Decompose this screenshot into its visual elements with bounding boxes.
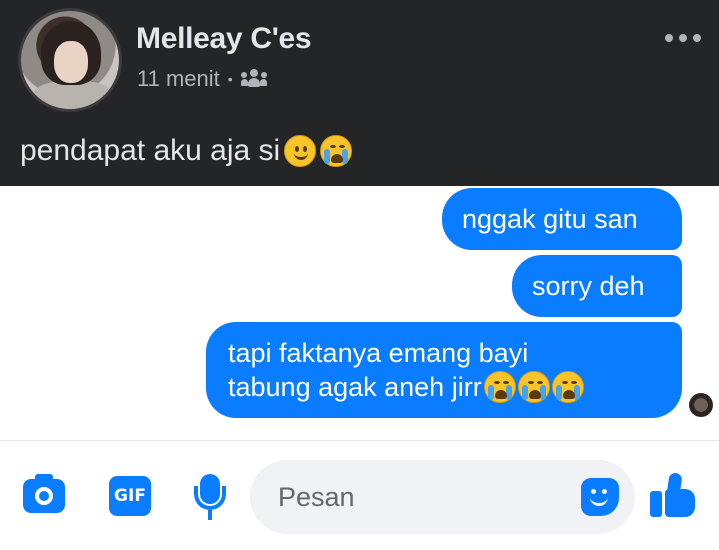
message-bubble[interactable]: nggak gitu san	[442, 188, 682, 250]
post-text: pendapat aku aja si	[20, 134, 353, 168]
avatar-face	[54, 41, 88, 83]
message-bubble[interactable]: tapi faktanya emang bayi tabung agak ane…	[206, 322, 682, 418]
message-input[interactable]	[278, 460, 568, 534]
loudly-crying-face-icon	[551, 371, 584, 403]
message-text: sorry deh	[532, 271, 645, 301]
message-text: nggak gitu san	[462, 204, 638, 234]
post-time[interactable]: 11 menit	[137, 66, 220, 92]
message-text-line-2: tabung agak aneh jirr	[228, 372, 482, 402]
slightly-smiling-face-icon	[284, 135, 317, 167]
sticker-icon[interactable]	[581, 478, 619, 516]
friends-icon[interactable]	[240, 69, 267, 89]
loudly-crying-face-icon	[517, 371, 550, 403]
author-name[interactable]: Melleay C'es	[136, 22, 312, 56]
meta-separator: •	[227, 71, 233, 87]
post-preview: Melleay C'es 11 menit • pendapat aku aja…	[0, 0, 719, 186]
message-bubble[interactable]: sorry deh	[512, 255, 682, 317]
loudly-crying-face-icon	[483, 371, 516, 403]
seen-avatar	[689, 393, 713, 417]
avatar-body	[31, 81, 115, 109]
post-text-content: pendapat aku aja si	[20, 134, 281, 167]
gif-label: GIF	[109, 476, 151, 516]
message-line-2: tabung agak aneh jirr	[228, 370, 584, 404]
message-text-line-1: tapi faktanya emang bayi	[228, 338, 529, 368]
post-meta: 11 menit •	[137, 66, 267, 92]
message-composer: GIF	[0, 441, 719, 550]
loudly-crying-face-icon	[320, 135, 353, 167]
microphone-icon[interactable]	[188, 474, 232, 520]
more-options-icon[interactable]	[665, 34, 701, 42]
camera-icon[interactable]	[22, 474, 66, 518]
like-icon[interactable]	[650, 471, 698, 519]
message-input-container[interactable]	[250, 460, 635, 534]
gif-icon[interactable]: GIF	[108, 474, 152, 518]
author-avatar[interactable]	[18, 8, 122, 112]
